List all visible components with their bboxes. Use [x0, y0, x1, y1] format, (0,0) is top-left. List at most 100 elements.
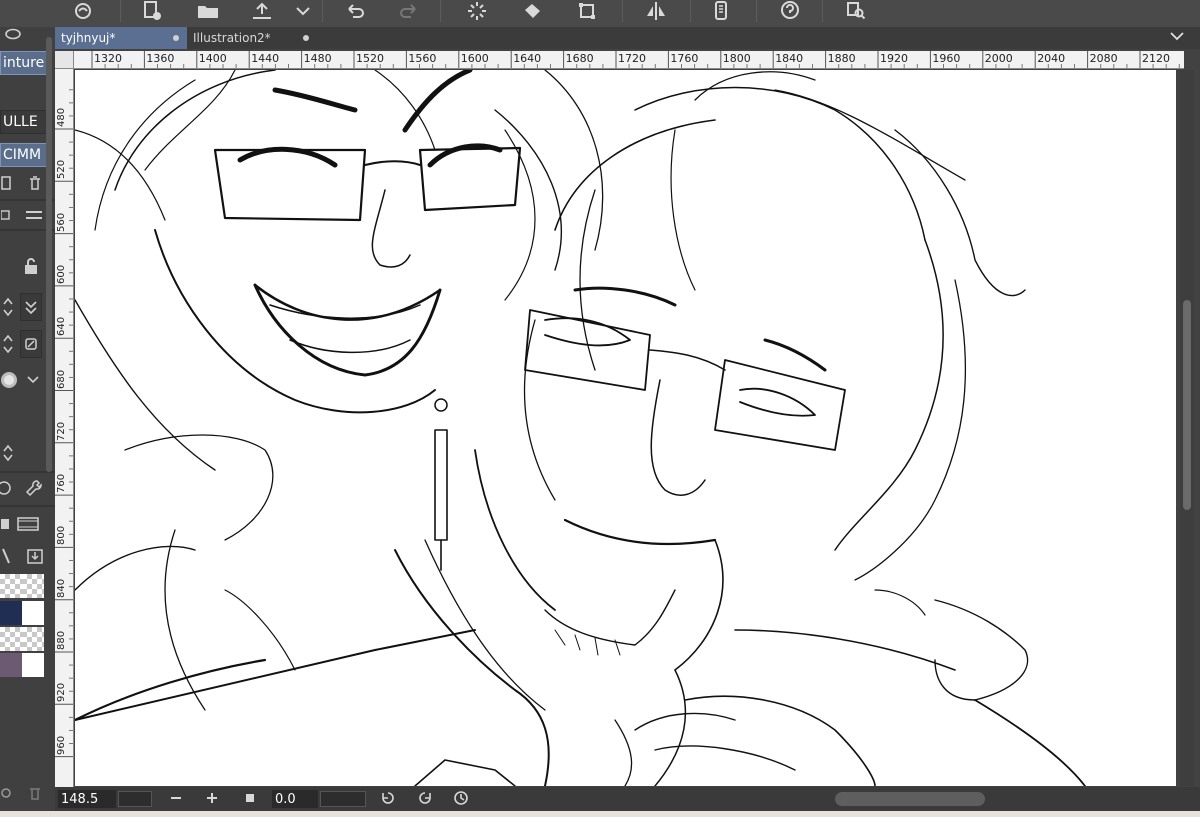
zoom-slider[interactable] [118, 791, 152, 807]
color-swatch-transparent-2[interactable] [22, 574, 44, 598]
ruler-tick-label: 1960 [932, 52, 961, 65]
smartphone-icon[interactable] [708, 0, 734, 22]
tab-close-dot-icon[interactable] [173, 35, 179, 41]
ruler-tick-label: 560 [56, 212, 67, 232]
fill-bucket-icon[interactable] [518, 0, 548, 22]
color-swatch-mauve[interactable] [0, 653, 22, 677]
ruler-tick-label: 2000 [984, 52, 1013, 65]
ruler-tick-label: 680 [56, 369, 67, 389]
fit-screen-icon[interactable] [244, 789, 256, 811]
ruler-tick-label: 1320 [94, 52, 122, 65]
layer-list-icon[interactable] [22, 207, 46, 223]
color-swatch-white-2[interactable] [22, 653, 44, 677]
canvas-vertical-scrollbar[interactable] [1180, 70, 1194, 786]
wrench-icon[interactable] [22, 477, 46, 499]
ruler-tick-label: 1720 [618, 52, 646, 65]
scrollbar-thumb[interactable] [1183, 300, 1191, 510]
panel-link-icon[interactable] [0, 27, 26, 41]
reset-rotation-icon[interactable] [453, 789, 469, 811]
color-swatch-white[interactable] [22, 601, 44, 625]
undo-icon[interactable] [342, 0, 368, 22]
ruler-tick-label: 2040 [1037, 52, 1066, 65]
rotation-slider[interactable] [320, 791, 366, 807]
new-canvas-icon[interactable] [138, 0, 166, 22]
canvas-horizontal-scrollbar-thumb[interactable] [835, 792, 985, 806]
transform-icon[interactable] [574, 0, 600, 22]
tab-label: tyjhnyuj* [61, 31, 116, 45]
zoom-out-icon[interactable] [170, 789, 182, 811]
tab-overflow-chevron-icon[interactable] [1170, 29, 1184, 45]
tab-illustration2[interactable]: Illustration2* [187, 27, 317, 49]
rotate-left-icon[interactable] [380, 789, 396, 811]
ruler-tick-label: 840 [56, 578, 67, 598]
ruler-tick-label: 720 [56, 421, 67, 441]
ruler-tick-label: 1440 [251, 52, 280, 65]
stepper-icon-2[interactable] [0, 330, 16, 358]
settings-circle-icon[interactable] [0, 477, 14, 499]
ruler-tick-label: 1680 [565, 52, 594, 65]
tab-tyjhnyuj[interactable]: tyjhnyuj* [55, 27, 187, 49]
line-art-illustration [75, 70, 1086, 786]
stepper-icon-3[interactable] [0, 441, 16, 465]
import-icon[interactable] [24, 545, 46, 567]
navigator-status-bar: 148.5 0.0 [55, 787, 1200, 811]
color-swatch-transparent[interactable] [0, 574, 22, 598]
chevron-down-icon[interactable] [22, 365, 44, 395]
layer-name-button[interactable]: ULLE [0, 110, 52, 134]
check-down-icon[interactable] [20, 293, 42, 321]
rotation-input[interactable]: 0.0 [272, 790, 318, 808]
ruler-horizontal: 1320 1360 1400 1440 1480 1520 1560 1600 1640 1680… [74, 51, 1184, 69]
ruler-tick-label: 640 [56, 317, 67, 337]
settings-search-icon[interactable] [842, 0, 870, 22]
export-icon[interactable] [248, 0, 276, 22]
ruler-tick-label: 960 [56, 735, 67, 755]
ruler-tick-label: 1760 [670, 52, 699, 65]
palette-icon[interactable] [0, 515, 12, 533]
tab-label: Illustration2* [193, 31, 271, 45]
prohibit-icon[interactable] [20, 330, 42, 358]
eyedropper-icon[interactable] [0, 545, 12, 567]
delete-icon[interactable] [24, 173, 46, 193]
brush-subtool-button[interactable]: inture E [0, 51, 52, 75]
ruler-tick-label: 520 [56, 160, 67, 180]
left-panel-scrollbar[interactable] [46, 37, 52, 472]
ruler-tick-label: 1800 [722, 52, 751, 65]
delete-color-icon[interactable] [24, 783, 46, 803]
film-strip-icon[interactable] [16, 515, 40, 533]
add-color-icon[interactable] [0, 783, 14, 803]
ruler-tick-label: 1840 [775, 52, 804, 65]
ruler-tick-label: 2080 [1089, 52, 1118, 65]
brush-tip-icon[interactable] [0, 365, 20, 395]
open-folder-icon[interactable] [194, 0, 222, 22]
ruler-tick-label: 1880 [827, 52, 856, 65]
layer-menu-icon[interactable] [0, 207, 12, 223]
ruler-tick-label: 1920 [880, 52, 908, 65]
ruler-tick-label: 760 [56, 474, 67, 494]
ruler-tick-label: 480 [56, 107, 67, 127]
zoom-in-icon[interactable] [206, 789, 218, 811]
help-icon[interactable] [776, 0, 804, 22]
color-swatch-transparent-4[interactable] [22, 627, 44, 651]
redo-icon[interactable] [396, 0, 422, 22]
rotate-right-icon[interactable] [417, 789, 433, 811]
color-swatch-navy[interactable] [0, 601, 22, 625]
window-bottom-edge [0, 811, 1200, 817]
document-tabbar: tyjhnyuj* Illustration2* [55, 27, 1200, 49]
ruler-tick-label: 600 [56, 264, 67, 284]
color-swatch-transparent-3[interactable] [0, 627, 22, 651]
zoom-input[interactable]: 148.5 [58, 790, 116, 808]
ruler-tick-label: 1600 [460, 52, 489, 65]
lock-icon[interactable] [20, 255, 42, 277]
flip-horizontal-icon[interactable] [642, 0, 670, 22]
command-bar [0, 0, 1200, 27]
app-logo-icon[interactable] [68, 0, 98, 22]
layer-name-active-button[interactable]: CIMM [0, 143, 52, 167]
add-layer-icon[interactable] [0, 173, 14, 193]
ruler-tick-label: 1640 [513, 52, 542, 65]
drawing-canvas[interactable] [75, 70, 1176, 786]
tab-close-dot-icon[interactable] [303, 35, 309, 41]
loading-spinner-icon[interactable] [462, 0, 492, 22]
chevron-down-icon[interactable] [292, 0, 314, 22]
app-window: inture E ULLE CIMM [0, 0, 1200, 817]
stepper-icon[interactable] [0, 293, 16, 321]
